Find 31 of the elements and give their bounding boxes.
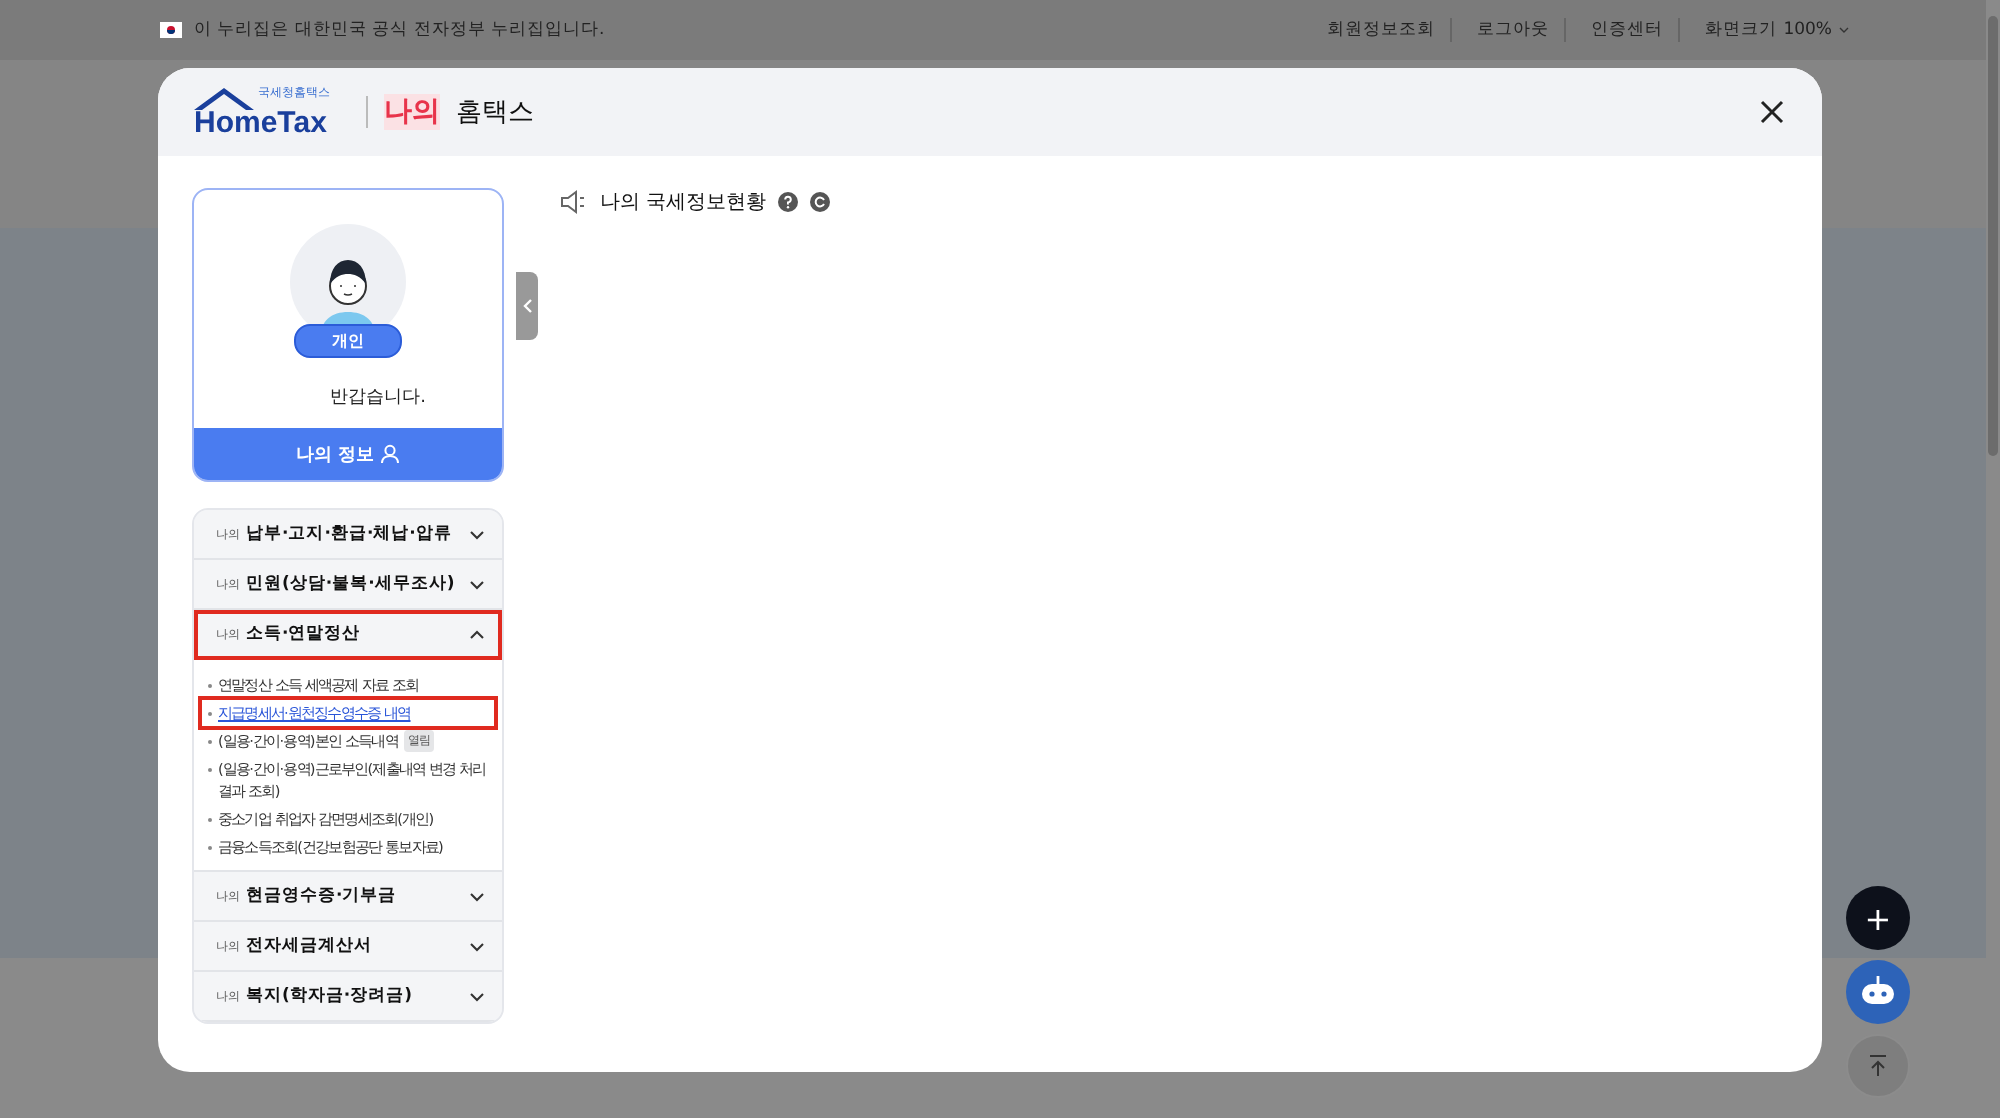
top-link[interactable]: 회원정보조회 bbox=[1313, 18, 1452, 42]
chevron-down-icon bbox=[468, 987, 486, 1005]
top-link[interactable]: 로그아웃 bbox=[1463, 18, 1566, 42]
help-icon[interactable] bbox=[778, 192, 799, 212]
house-roof-icon bbox=[190, 84, 258, 112]
chevron-down-icon bbox=[468, 937, 486, 955]
zoom-control[interactable]: 화면크기 100% bbox=[1691, 18, 1850, 42]
logo-text: HomeTax bbox=[194, 106, 327, 140]
chevron-up-icon bbox=[468, 625, 486, 643]
modal-title: 홈택스 bbox=[456, 96, 534, 130]
scrollbar-thumb[interactable] bbox=[1988, 16, 1998, 456]
chevron-down-icon bbox=[468, 887, 486, 905]
user-type-badge: 개인 bbox=[294, 324, 402, 358]
robot-icon bbox=[1858, 976, 1898, 1008]
chevron-down-icon bbox=[468, 575, 486, 593]
flag-icon bbox=[160, 22, 182, 38]
notice-text: 이 누리집은 대한민국 공식 전자정부 누리집입니다. bbox=[194, 18, 605, 42]
chatbot-button[interactable] bbox=[1846, 960, 1910, 1024]
refresh-icon[interactable] bbox=[810, 192, 831, 212]
top-link[interactable]: 인증센터 bbox=[1577, 18, 1680, 42]
chevron-down-icon bbox=[468, 525, 486, 543]
greeting-text: 반갑습니다. bbox=[328, 386, 426, 410]
arrow-up-icon bbox=[1868, 1054, 1888, 1078]
title-accent: 나의 bbox=[384, 94, 440, 130]
speaker-icon bbox=[560, 190, 588, 214]
collapse-handle[interactable] bbox=[516, 272, 538, 340]
my-info-button[interactable]: 나의 정보 bbox=[194, 428, 502, 480]
chevron-down-icon bbox=[1838, 24, 1850, 36]
scroll-top-button[interactable] bbox=[1846, 1034, 1910, 1098]
section-title: 나의 국세정보현황 bbox=[600, 190, 767, 216]
person-icon bbox=[380, 444, 401, 464]
